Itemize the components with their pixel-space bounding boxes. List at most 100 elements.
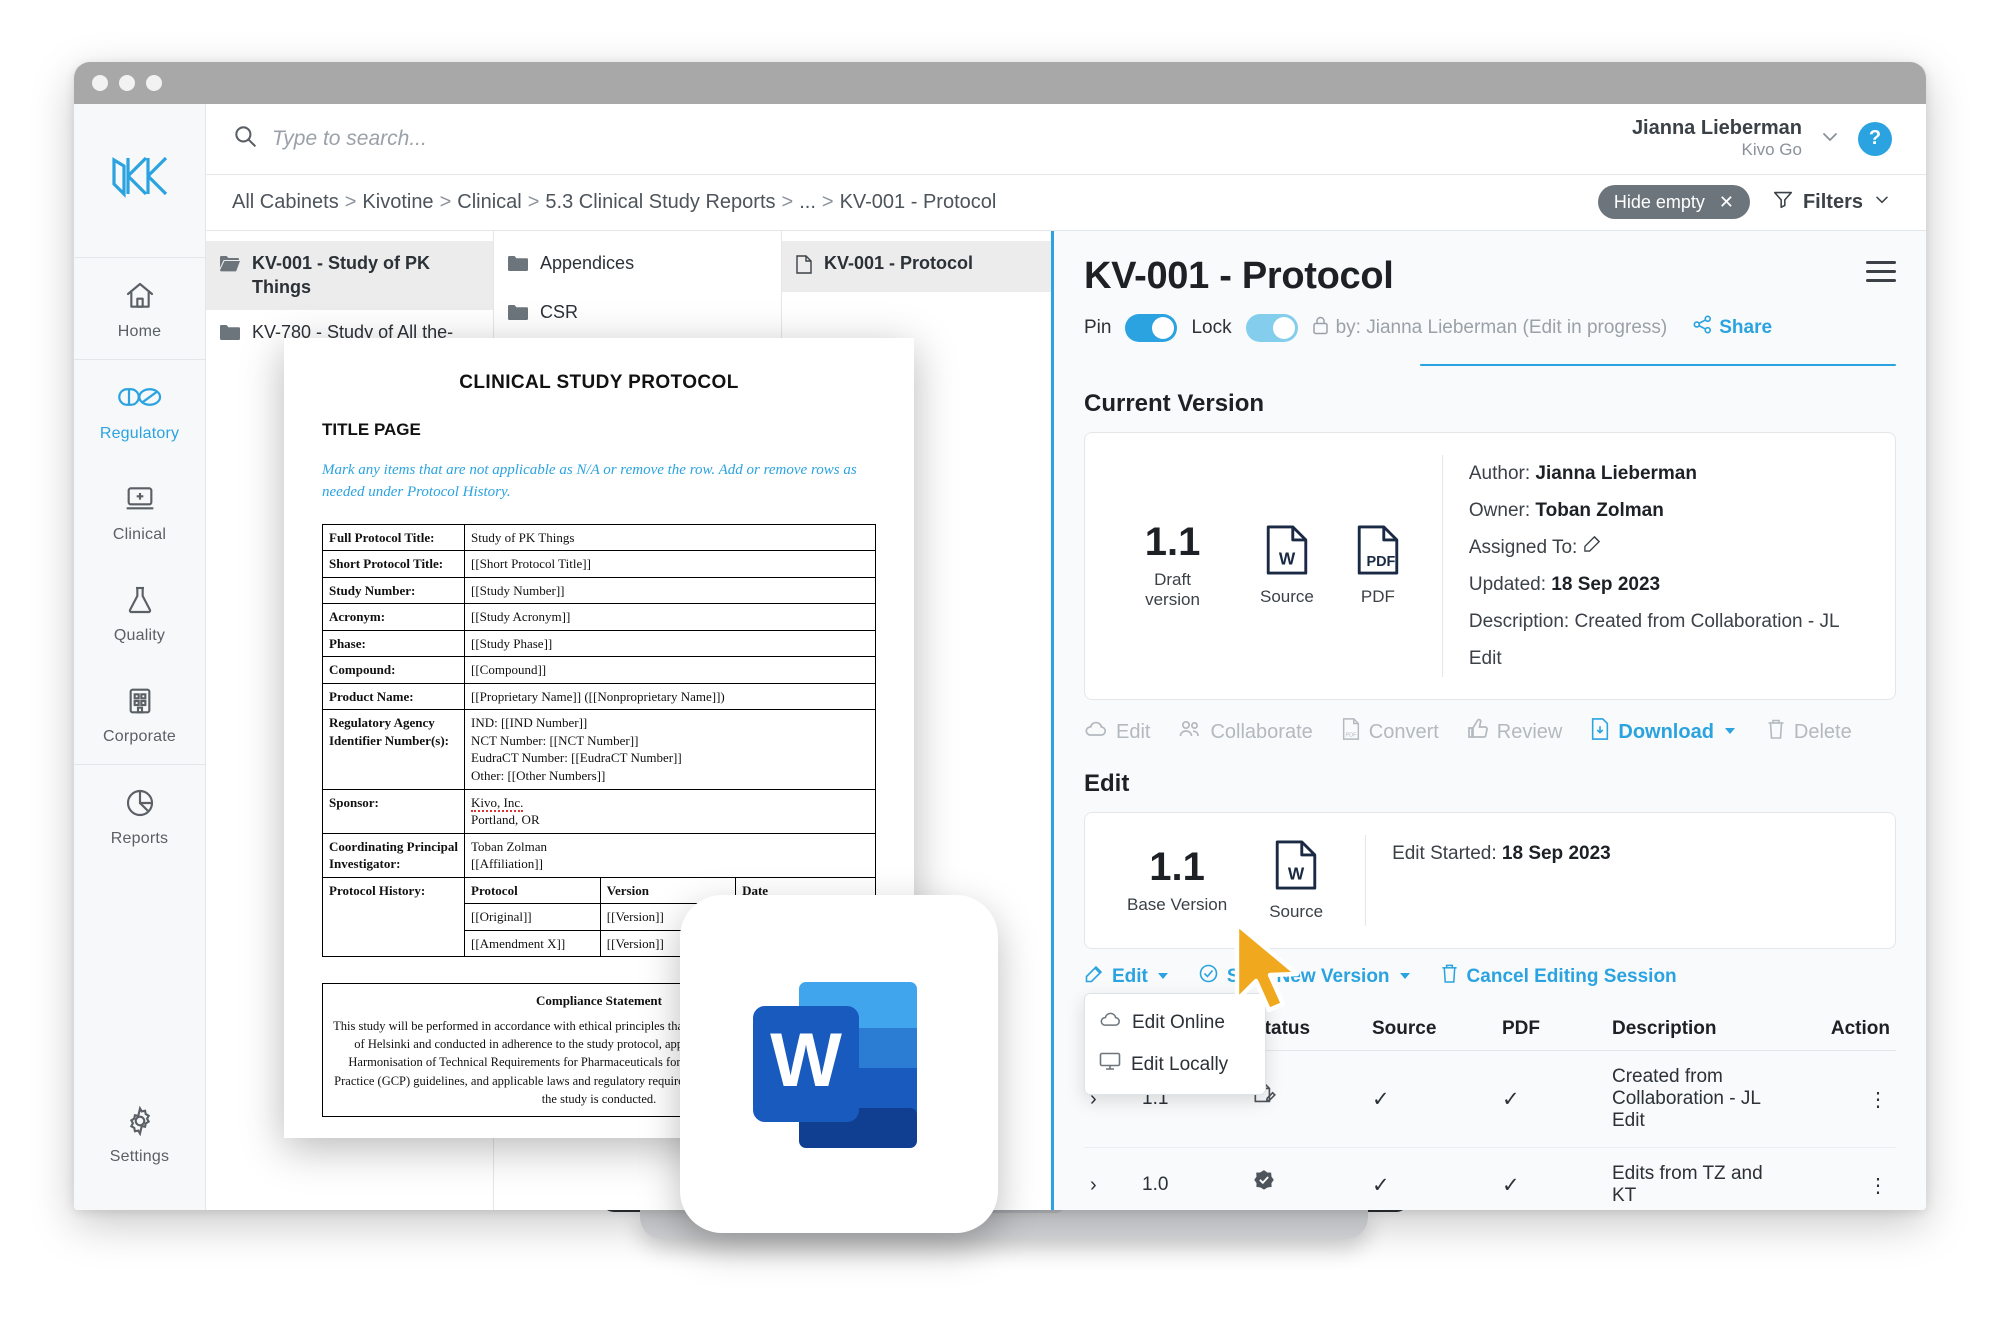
pdf-file-button[interactable]: PDF PDF xyxy=(1356,524,1400,607)
row-actions-menu[interactable]: ⋮ xyxy=(1786,1050,1896,1149)
close-icon[interactable]: ✕ xyxy=(1719,192,1734,213)
base-version-number: 1.1 xyxy=(1149,844,1205,889)
preview-row-regulatory: Regulatory Agency Identifier Number(s): … xyxy=(322,709,876,790)
author-key: Author: xyxy=(1468,462,1531,484)
sidebar-item-label: Reports xyxy=(110,830,169,847)
edit-action-bar: Edit Save New Version Cancel Editing Ses xyxy=(1084,963,1896,1096)
chevron-down-icon[interactable] xyxy=(1818,124,1842,153)
menu-item-label: Edit Online xyxy=(1132,1011,1225,1033)
sidebar-item-corporate[interactable]: Corporate xyxy=(74,663,205,764)
breadcrumb-item-5[interactable]: KV-001 - Protocol xyxy=(840,191,997,213)
sidebar-item-settings[interactable]: Settings xyxy=(74,1083,205,1210)
close-window-dot[interactable] xyxy=(92,75,108,91)
minimize-window-dot[interactable] xyxy=(119,75,135,91)
preview-key: Study Number: xyxy=(322,576,465,605)
sidebar-item-label: Regulatory xyxy=(99,425,180,442)
file-row[interactable]: KV-001 - Protocol xyxy=(782,240,1051,292)
trash-icon xyxy=(1440,963,1459,990)
pin-toggle[interactable] xyxy=(1125,313,1178,342)
check-badge-icon xyxy=(1198,963,1219,990)
search-input[interactable] xyxy=(272,126,792,151)
table-row[interactable]: › 1.0 ✓ ✓ Edits from TZ and KT ⋮ xyxy=(1084,1147,1896,1210)
breadcrumb-item-0[interactable]: All Cabinets xyxy=(232,191,339,213)
building-icon xyxy=(74,685,205,719)
row-description: Edits from TZ and KT xyxy=(1606,1147,1786,1210)
version-caption: Draft version xyxy=(1145,569,1200,609)
updated-row: Updated: 18 Sep 2023 xyxy=(1469,566,1869,603)
breadcrumb-item-1[interactable]: Kivotine xyxy=(362,191,433,213)
preview-instruction: Mark any items that are not applicable a… xyxy=(322,462,857,500)
pill-icon xyxy=(74,382,205,416)
filters-button[interactable]: Filters xyxy=(1772,188,1892,216)
detail-panel: KV-001 - Protocol Pin Lock by: Jianna Li… xyxy=(1054,230,1926,1210)
user-menu[interactable]: Jianna Lieberman Kivo Go ? xyxy=(1632,117,1892,160)
search-icon xyxy=(232,123,258,154)
history-col-protocol: Protocol xyxy=(465,877,601,904)
folder-row[interactable]: KV-001 - Study of PK Things xyxy=(206,240,493,311)
chevron-down-icon[interactable] xyxy=(1722,721,1738,744)
tab-versions[interactable]: Versions xyxy=(1421,365,1543,366)
preview-key: Short Protocol Title: xyxy=(322,550,465,578)
version-number-block: 1.1 Draft version xyxy=(1127,522,1218,610)
preview-key: Acronym: xyxy=(322,603,465,631)
menu-item-edit-locally[interactable]: Edit Locally xyxy=(1085,1043,1265,1086)
share-button[interactable]: Share xyxy=(1693,315,1772,340)
col-source: Source xyxy=(1366,1008,1496,1052)
sidebar-item-reports[interactable]: Reports xyxy=(74,765,205,866)
assigned-row: Assigned To: xyxy=(1469,529,1869,566)
action-delete[interactable]: Delete xyxy=(1766,718,1852,746)
breadcrumb-item-3[interactable]: 5.3 Clinical Study Reports xyxy=(545,191,775,213)
preview-value: [[Study Phase]] xyxy=(464,629,876,658)
action-download[interactable]: Download xyxy=(1590,718,1738,746)
sidebar-item-clinical[interactable]: Clinical xyxy=(74,461,205,562)
tab-access[interactable]: Access xyxy=(1672,365,1781,366)
sidebar-item-label: Settings xyxy=(109,1148,170,1165)
edit-pencil-icon[interactable] xyxy=(1583,535,1602,558)
tab-reports[interactable]: Reports xyxy=(1781,365,1895,366)
preview-row: Acronym: [[Study Acronym]] xyxy=(322,603,876,631)
preview-row-cpi: Coordinating Principal Investigator: Tob… xyxy=(322,832,876,878)
action-convert[interactable]: PDF Convert xyxy=(1341,718,1439,746)
lock-icon xyxy=(1312,315,1329,341)
svg-text:W: W xyxy=(770,1018,842,1103)
action-collaborate[interactable]: Collaborate xyxy=(1178,719,1313,745)
action-review[interactable]: Review xyxy=(1467,718,1562,746)
edit-dropdown-button[interactable]: Edit xyxy=(1084,964,1170,990)
breadcrumb-item-2[interactable]: Clinical xyxy=(457,191,521,213)
word-app-tile[interactable]: W xyxy=(680,895,998,1233)
cancel-editing-session-button[interactable]: Cancel Editing Session xyxy=(1440,963,1677,990)
breadcrumb-separator: > xyxy=(821,190,834,213)
sidebar-item-quality[interactable]: Quality xyxy=(74,562,205,663)
owner-key: Owner: xyxy=(1468,499,1531,521)
screenshot-root: Home Regulatory Clinical Quality Corpora… xyxy=(0,0,2000,1340)
sidebar-item-home[interactable]: Home xyxy=(74,258,205,359)
window-titlebar xyxy=(74,62,1926,104)
lock-label: Lock xyxy=(1191,316,1232,338)
help-button[interactable]: ? xyxy=(1858,121,1892,156)
row-actions-menu[interactable]: ⋮ xyxy=(1786,1147,1896,1210)
lock-toggle[interactable] xyxy=(1245,313,1298,342)
sidebar-item-regulatory[interactable]: Regulatory xyxy=(74,360,205,461)
maximize-window-dot[interactable] xyxy=(146,75,162,91)
current-version-summary: 1.1 Draft version W Source PDF PDF xyxy=(1085,433,1442,699)
pdf-label: PDF xyxy=(1360,587,1395,607)
sidebar: Home Regulatory Clinical Quality Corpora… xyxy=(74,104,206,1210)
hide-empty-chip[interactable]: Hide empty ✕ xyxy=(1597,185,1750,220)
svg-text:PDF: PDF xyxy=(1345,732,1357,738)
tab-metadata[interactable]: Metadata xyxy=(1543,365,1671,366)
preview-row: Phase: [[Study Phase]] xyxy=(322,629,876,658)
folder-row[interactable]: Appendices xyxy=(494,241,781,290)
source-file-button[interactable]: W Source xyxy=(1260,524,1314,607)
action-edit[interactable]: Edit xyxy=(1084,720,1150,744)
expand-row-icon[interactable]: › xyxy=(1084,1147,1136,1210)
reg-line: Other: [[Other Numbers]] xyxy=(471,767,606,783)
folder-row[interactable]: CSR xyxy=(494,290,781,339)
preview-value: [[Study Number]] xyxy=(464,576,876,605)
breadcrumb[interactable]: All Cabinets > Kivotine > Clinical >5.3 Clini… xyxy=(232,191,996,214)
kivo-logo[interactable] xyxy=(108,148,172,209)
edit-source-button[interactable]: W Source xyxy=(1269,839,1323,922)
search-container[interactable] xyxy=(232,123,1632,154)
arrow-cursor xyxy=(1230,920,1316,1025)
menu-icon[interactable] xyxy=(1866,255,1896,288)
breadcrumb-item-4[interactable]: ... xyxy=(799,191,816,213)
